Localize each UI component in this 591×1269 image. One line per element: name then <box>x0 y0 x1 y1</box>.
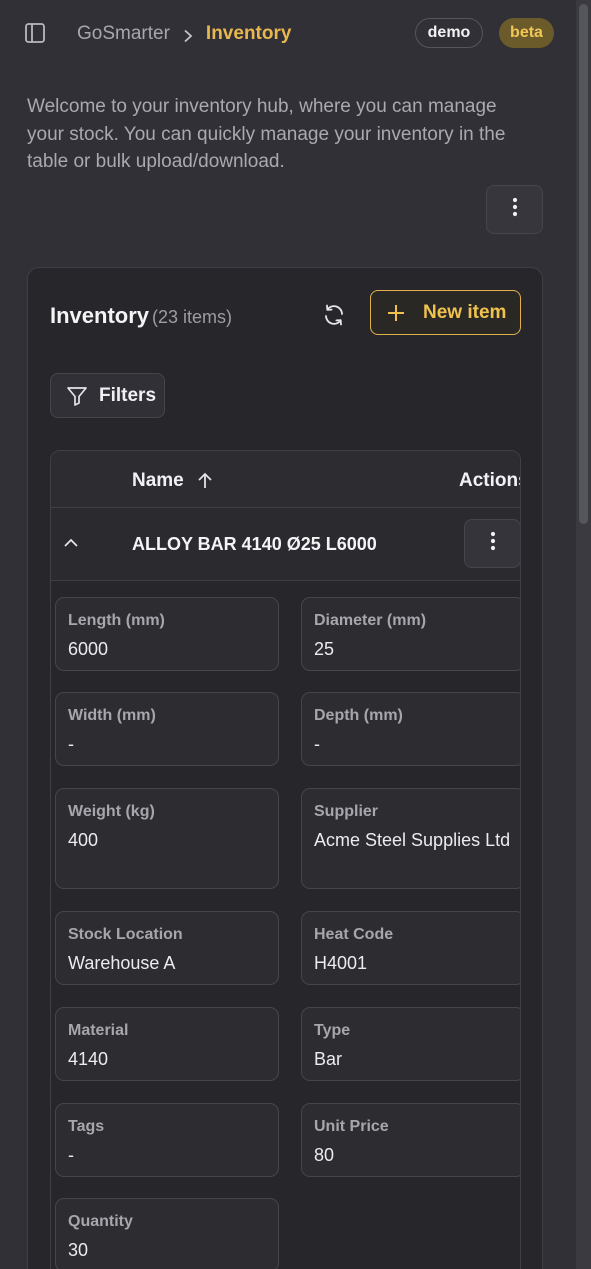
breadcrumb: GoSmarter Inventory <box>77 22 291 46</box>
more-vertical-icon <box>512 197 518 222</box>
detail-field: Quantity 30 <box>55 1198 279 1269</box>
detail-value: - <box>314 734 320 754</box>
detail-value: 6000 <box>68 639 109 659</box>
column-header-actions: Actions <box>459 470 520 491</box>
detail-value: - <box>68 734 74 754</box>
detail-field: Length (mm) 6000 <box>55 597 279 671</box>
detail-label: Supplier <box>314 803 379 820</box>
detail-field: Stock Location Warehouse A <box>55 911 279 985</box>
detail-field: Type Bar <box>301 1007 520 1081</box>
top-bar: GoSmarter Inventory demo beta <box>0 0 576 68</box>
detail-label: Length (mm) <box>68 612 165 629</box>
scrollbar-thumb[interactable] <box>579 4 588 524</box>
detail-label: Diameter (mm) <box>314 612 427 629</box>
table-row[interactable]: ALLOY BAR 4140 Ø25 L6000 <box>51 508 520 581</box>
detail-label: Stock Location <box>68 926 183 943</box>
detail-value: Warehouse A <box>68 953 176 973</box>
detail-value: 25 <box>314 639 335 659</box>
detail-field: Material 4140 <box>55 1007 279 1081</box>
detail-field: Depth (mm) - <box>301 692 520 766</box>
detail-value: Acme Steel Supplies Ltd <box>314 830 511 850</box>
detail-label: Heat Code <box>314 926 394 943</box>
breadcrumb-root-link[interactable]: GoSmarter <box>77 23 170 45</box>
detail-label: Material <box>68 1022 129 1039</box>
intro-text: Welcome to your inventory hub, where you… <box>27 96 506 172</box>
detail-label: Weight (kg) <box>68 803 155 820</box>
filter-icon <box>66 385 88 407</box>
detail-field: Supplier Acme Steel Supplies Ltd <box>301 788 520 889</box>
new-item-button[interactable]: New item <box>370 290 521 335</box>
detail-label: Quantity <box>68 1213 133 1230</box>
new-item-label: New item <box>423 301 507 323</box>
detail-label: Tags <box>68 1118 105 1135</box>
chevron-right-icon <box>182 27 194 43</box>
detail-label: Width (mm) <box>68 707 156 724</box>
refresh-icon[interactable] <box>322 303 346 327</box>
chevron-up-icon[interactable] <box>63 535 79 551</box>
detail-field: Width (mm) - <box>55 692 279 766</box>
detail-field: Tags - <box>55 1103 279 1177</box>
detail-value: 4140 <box>68 1049 109 1069</box>
inventory-table: Name Actions ALLOY BAR 4140 Ø25 L6000 Le… <box>50 450 521 1269</box>
column-header-name[interactable]: Name <box>132 470 213 492</box>
detail-field: Unit Price 80 <box>301 1103 520 1177</box>
detail-value: Bar <box>314 1049 343 1069</box>
demo-badge: demo <box>415 18 483 48</box>
column-name-label: Name <box>132 470 184 491</box>
page-more-button[interactable] <box>486 185 543 234</box>
arrow-up-icon <box>197 472 213 490</box>
inventory-title: Inventory <box>50 303 150 328</box>
detail-value: H4001 <box>314 953 368 973</box>
detail-value: - <box>68 1145 74 1165</box>
plus-icon <box>387 304 405 322</box>
filters-label: Filters <box>99 384 157 406</box>
detail-field: Diameter (mm) 25 <box>301 597 520 671</box>
more-vertical-icon <box>490 531 496 556</box>
row-actions-button[interactable] <box>464 519 520 568</box>
row-item-name: ALLOY BAR 4140 Ø25 L6000 <box>132 534 377 554</box>
table-header: Name Actions <box>51 451 520 508</box>
beta-badge: beta <box>499 18 554 48</box>
detail-label: Depth (mm) <box>314 707 403 724</box>
filters-button[interactable]: Filters <box>50 373 165 418</box>
detail-label: Type <box>314 1022 351 1039</box>
detail-field: Heat Code H4001 <box>301 911 520 985</box>
sidebar-toggle-icon[interactable] <box>24 22 46 44</box>
detail-field: Weight (kg) 400 <box>55 788 279 889</box>
breadcrumb-current: Inventory <box>205 23 292 44</box>
item-count: (23 items) <box>152 307 233 327</box>
detail-value: 80 <box>314 1145 335 1165</box>
scrollbar[interactable] <box>576 0 591 1269</box>
detail-value: 30 <box>68 1240 89 1260</box>
detail-label: Unit Price <box>314 1118 389 1135</box>
detail-value: 400 <box>68 830 99 850</box>
